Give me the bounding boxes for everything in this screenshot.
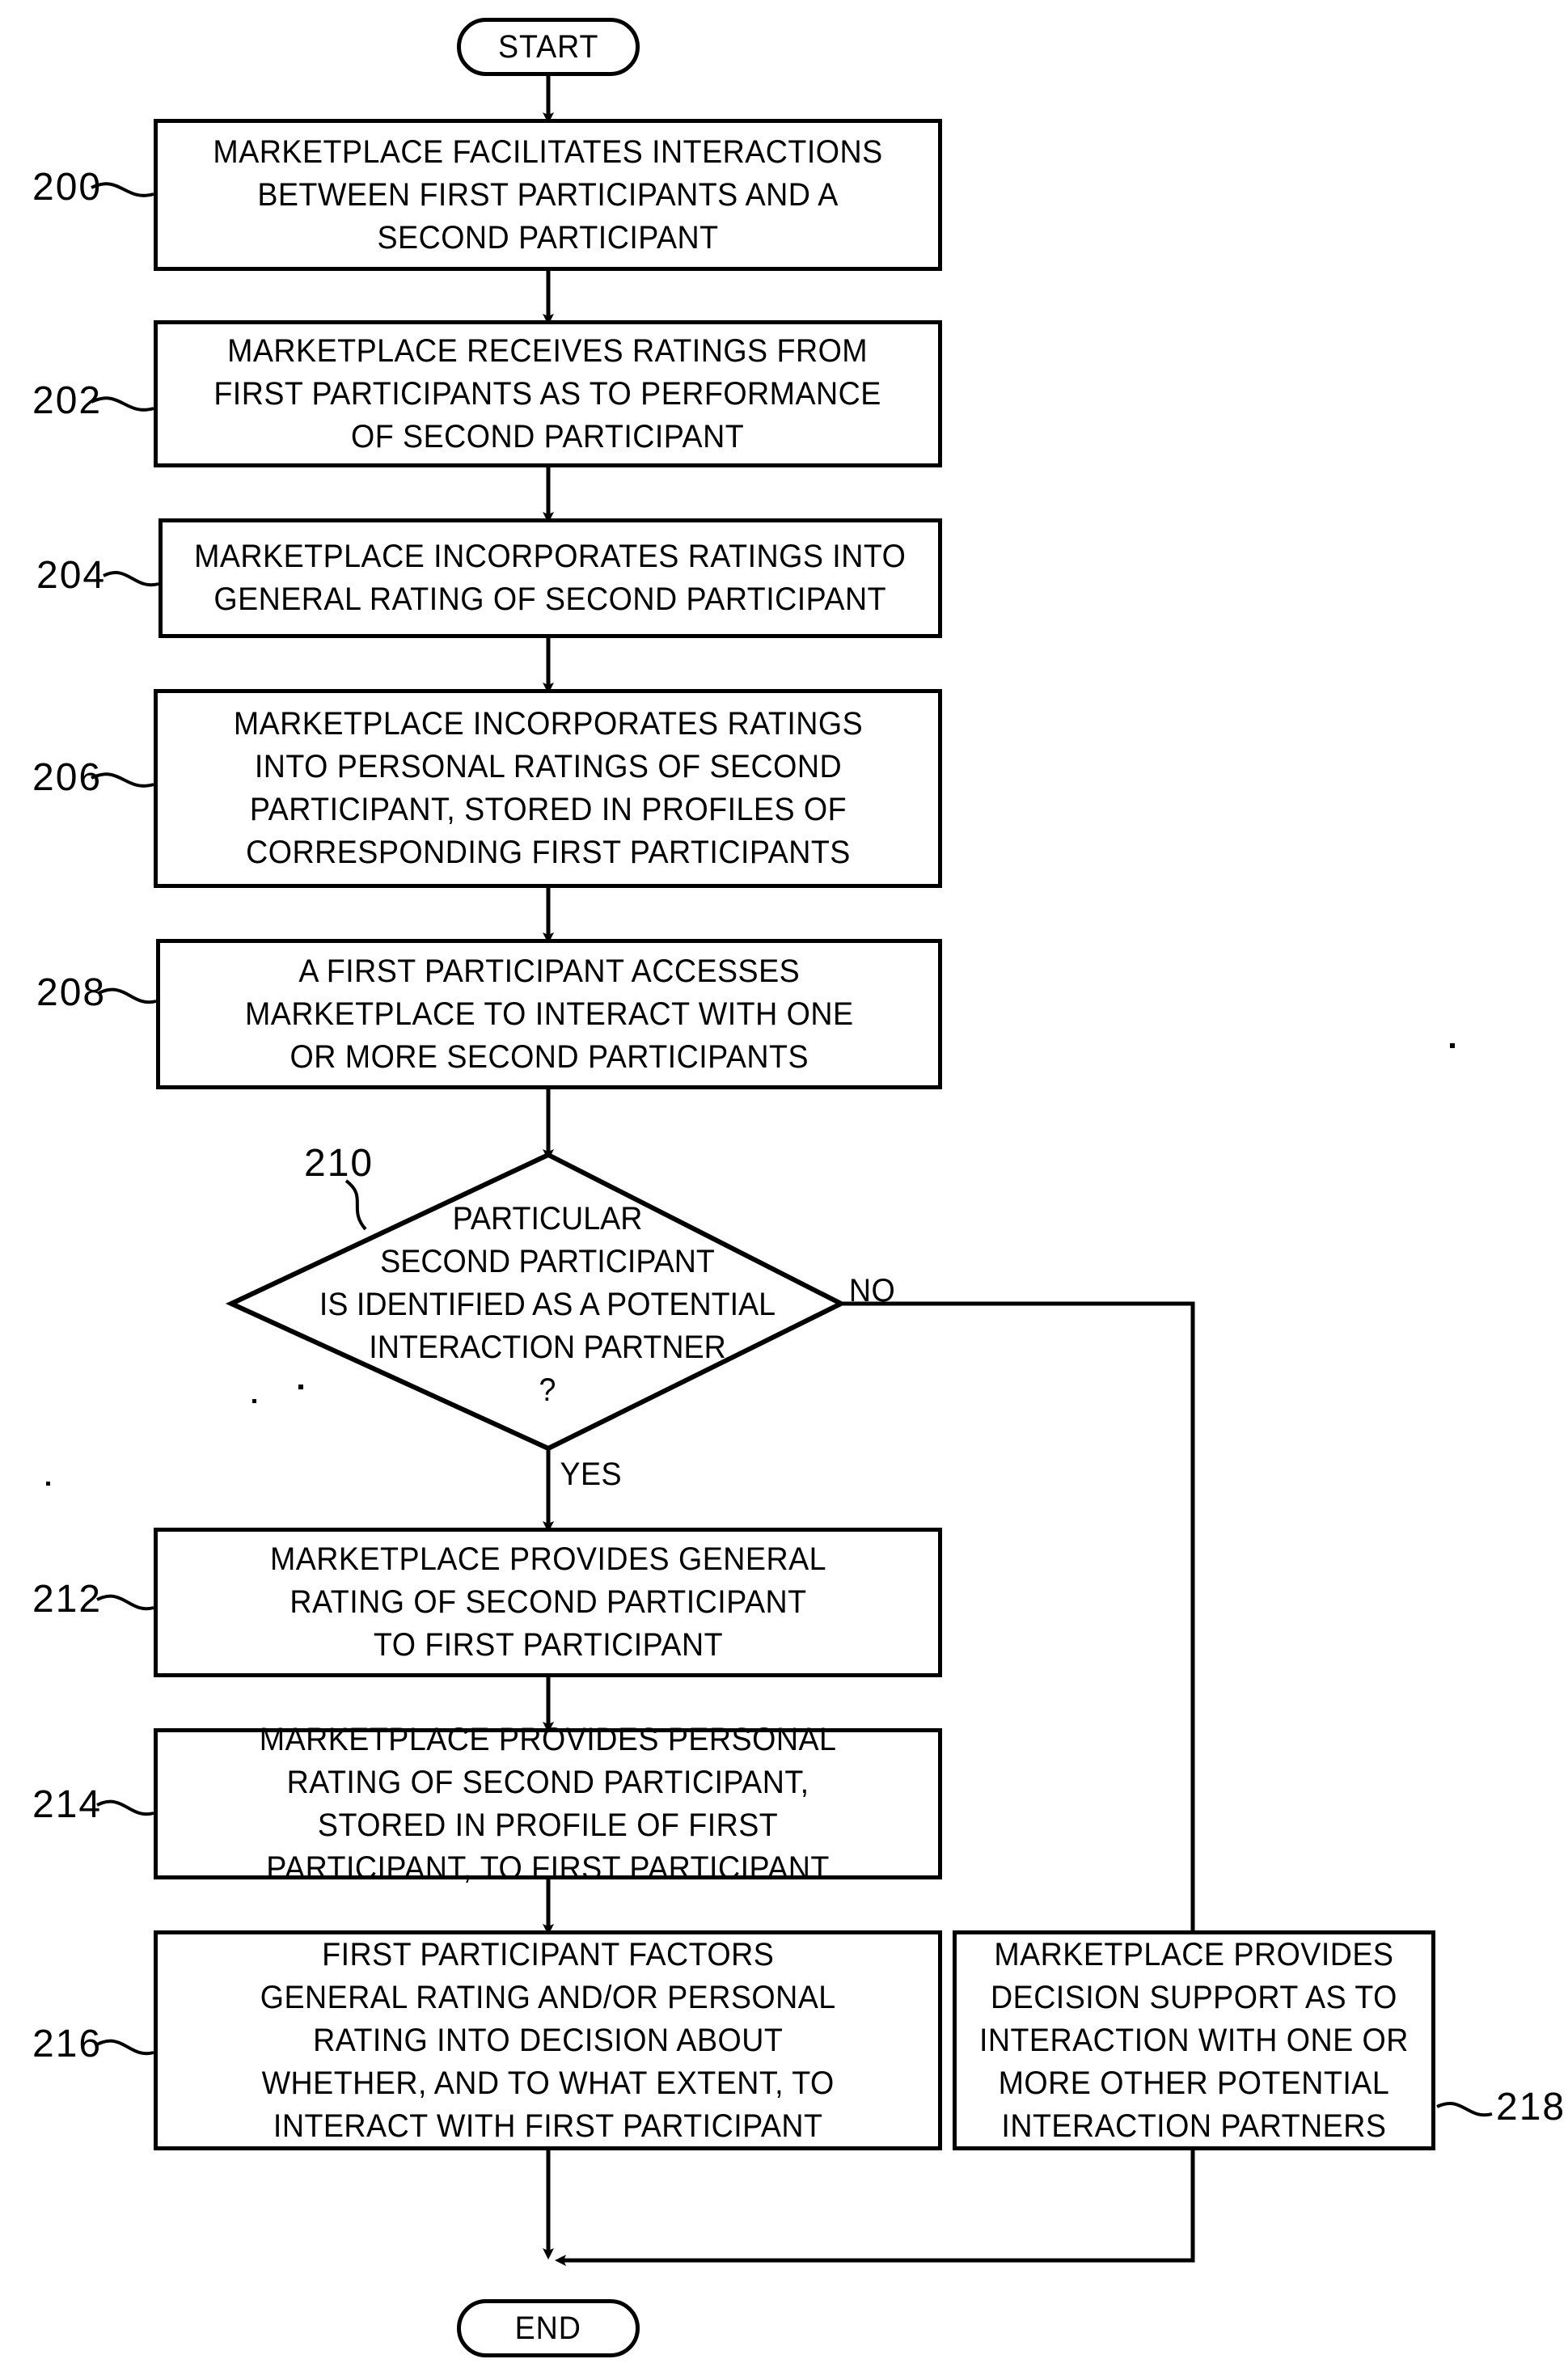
process-box-208-text: A FIRST PARTICIPANT ACCESSES MARKETPLACE…: [244, 953, 854, 1075]
leader-204: [103, 571, 159, 587]
process-box-218-text: MARKETPLACE PROVIDES DECISION SUPPORT AS…: [979, 1936, 1409, 2144]
ref-number-204: 204: [36, 554, 107, 597]
leader-208: [98, 987, 157, 1004]
terminator-end-label: END: [514, 2310, 582, 2346]
process-box-216-text: FIRST PARTICIPANT FACTORS GENERAL RATING…: [260, 1936, 836, 2144]
process-box-202-text: MARKETPLACE RECEIVES RATINGS FROM FIRST …: [213, 332, 882, 454]
leader-218: [1436, 2101, 1493, 2117]
process-box-208: A FIRST PARTICIPANT ACCESSES MARKETPLACE…: [156, 939, 942, 1089]
ref-number-206: 206: [32, 756, 103, 799]
ref-number-202: 202: [32, 379, 103, 422]
process-box-200: MARKETPLACE FACILITATES INTERACTIONS BET…: [154, 119, 942, 271]
process-box-214: MARKETPLACE PROVIDES PERSONAL RATING OF …: [154, 1722, 942, 1886]
ref-number-208: 208: [36, 971, 107, 1014]
scan-speck: [46, 1482, 50, 1486]
ref-number-210: 210: [304, 1142, 374, 1185]
scan-speck: [252, 1399, 256, 1403]
edge-label-yes: YES: [560, 1456, 623, 1492]
scan-speck: [1450, 1043, 1455, 1048]
process-box-200-text: MARKETPLACE FACILITATES INTERACTIONS BET…: [213, 133, 883, 256]
leader-216: [96, 2039, 154, 2056]
process-box-218: MARKETPLACE PROVIDES DECISION SUPPORT AS…: [953, 1930, 1435, 2150]
terminator-start-label: START: [497, 29, 599, 65]
leader-214: [96, 1799, 154, 1816]
ref-number-212: 212: [32, 1578, 103, 1621]
ref-number-214: 214: [32, 1783, 103, 1826]
terminator-end: END: [457, 2299, 640, 2357]
edge-218-to-end: [555, 2149, 1195, 2266]
process-box-206: MARKETPLACE INCORPORATES RATINGS INTO PE…: [154, 689, 942, 888]
process-box-216: FIRST PARTICIPANT FACTORS GENERAL RATING…: [154, 1930, 942, 2150]
terminator-start: START: [457, 18, 640, 76]
leader-212: [96, 1594, 154, 1611]
decision-210-text: PARTICULAR SECOND PARTICIPANT IS IDENTIF…: [319, 1200, 776, 1408]
process-box-204: MARKETPLACE INCORPORATES RATINGS INTO GE…: [158, 518, 942, 638]
scan-speck: [298, 1385, 303, 1389]
flowchart-canvas: START MARKETPLACE FACILITATES INTERACTIO…: [0, 0, 1568, 2376]
edge-label-no: NO: [848, 1273, 896, 1308]
process-box-206-text: MARKETPLACE INCORPORATES RATINGS INTO PE…: [233, 706, 863, 870]
process-box-214-text: MARKETPLACE PROVIDES PERSONAL RATING OF …: [259, 1721, 837, 1886]
process-box-202: MARKETPLACE RECEIVES RATINGS FROM FIRST …: [154, 320, 942, 467]
process-box-212-text: MARKETPLACE PROVIDES GENERAL RATING OF S…: [269, 1541, 826, 1663]
ref-number-200: 200: [32, 166, 103, 209]
process-box-212: MARKETPLACE PROVIDES GENERAL RATING OF S…: [154, 1528, 942, 1677]
ref-number-218: 218: [1496, 2086, 1566, 2129]
ref-number-216: 216: [32, 2023, 103, 2065]
process-box-204-text: MARKETPLACE INCORPORATES RATINGS INTO GE…: [194, 539, 907, 617]
